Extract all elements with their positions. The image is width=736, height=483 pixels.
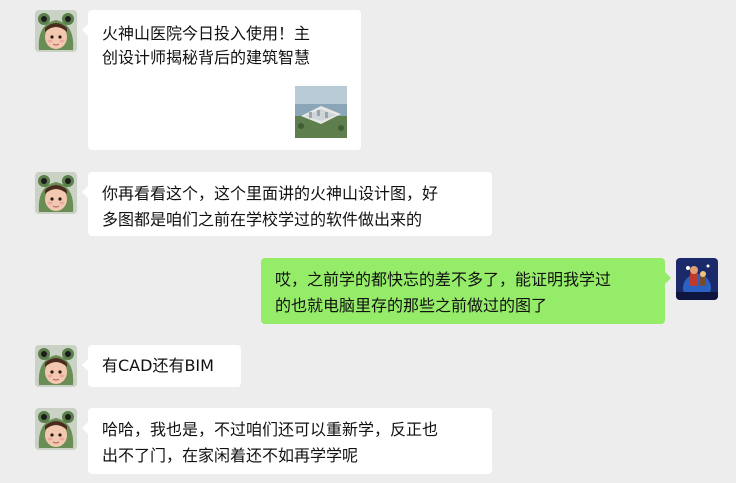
girl-frog-hat-avatar-icon bbox=[35, 172, 77, 214]
movie-poster-avatar-icon bbox=[676, 258, 718, 300]
outgoing-message[interactable]: 哎，之前学的都快忘的差不多了，能证明我学过 的也就电脑里存的那些之前做过的图了 bbox=[261, 258, 671, 324]
message-line: 多图都是咱们之前在学校学过的软件做出来的 bbox=[102, 210, 423, 229]
girl-frog-hat-avatar-icon bbox=[35, 408, 77, 450]
contact-avatar[interactable] bbox=[35, 408, 77, 450]
self-avatar[interactable] bbox=[676, 258, 718, 300]
message-line: 的也就电脑里存的那些之前做过的图了 bbox=[275, 296, 548, 315]
girl-frog-hat-avatar-icon bbox=[35, 10, 77, 52]
contact-avatar[interactable] bbox=[35, 345, 77, 387]
incoming-message[interactable]: 你再看看这个，这个里面讲的火神山设计图，好 多图都是咱们之前在学校学过的软件做出… bbox=[82, 172, 492, 236]
incoming-message[interactable]: 哈哈，我也是，不过咱们还可以重新学，反正也 出不了门，在家闲着还不如再学学呢 bbox=[82, 408, 492, 474]
link-title-line-1: 火神山医院今日投入使用！主 bbox=[102, 24, 311, 43]
girl-frog-hat-avatar-icon bbox=[35, 345, 77, 387]
link-title-line-2: 创设计师揭秘背后的建筑智慧 bbox=[102, 48, 311, 67]
building-render-thumbnail-icon bbox=[295, 86, 347, 138]
message-line: 出不了门，在家闲着还不如再学学呢 bbox=[102, 446, 359, 465]
message-line: 你再看看这个，这个里面讲的火神山设计图，好 bbox=[102, 184, 439, 203]
contact-avatar[interactable] bbox=[35, 10, 77, 52]
link-card-message[interactable]: 火神山医院今日投入使用！主 创设计师揭秘背后的建筑智慧 bbox=[82, 10, 361, 150]
incoming-message[interactable]: 有CAD还有BIM bbox=[82, 345, 241, 387]
message-line: 哎，之前学的都快忘的差不多了，能证明我学过 bbox=[275, 270, 612, 289]
contact-avatar[interactable] bbox=[35, 172, 77, 214]
message-line: 哈哈，我也是，不过咱们还可以重新学，反正也 bbox=[102, 420, 439, 439]
message-line: 有CAD还有BIM bbox=[102, 356, 214, 375]
